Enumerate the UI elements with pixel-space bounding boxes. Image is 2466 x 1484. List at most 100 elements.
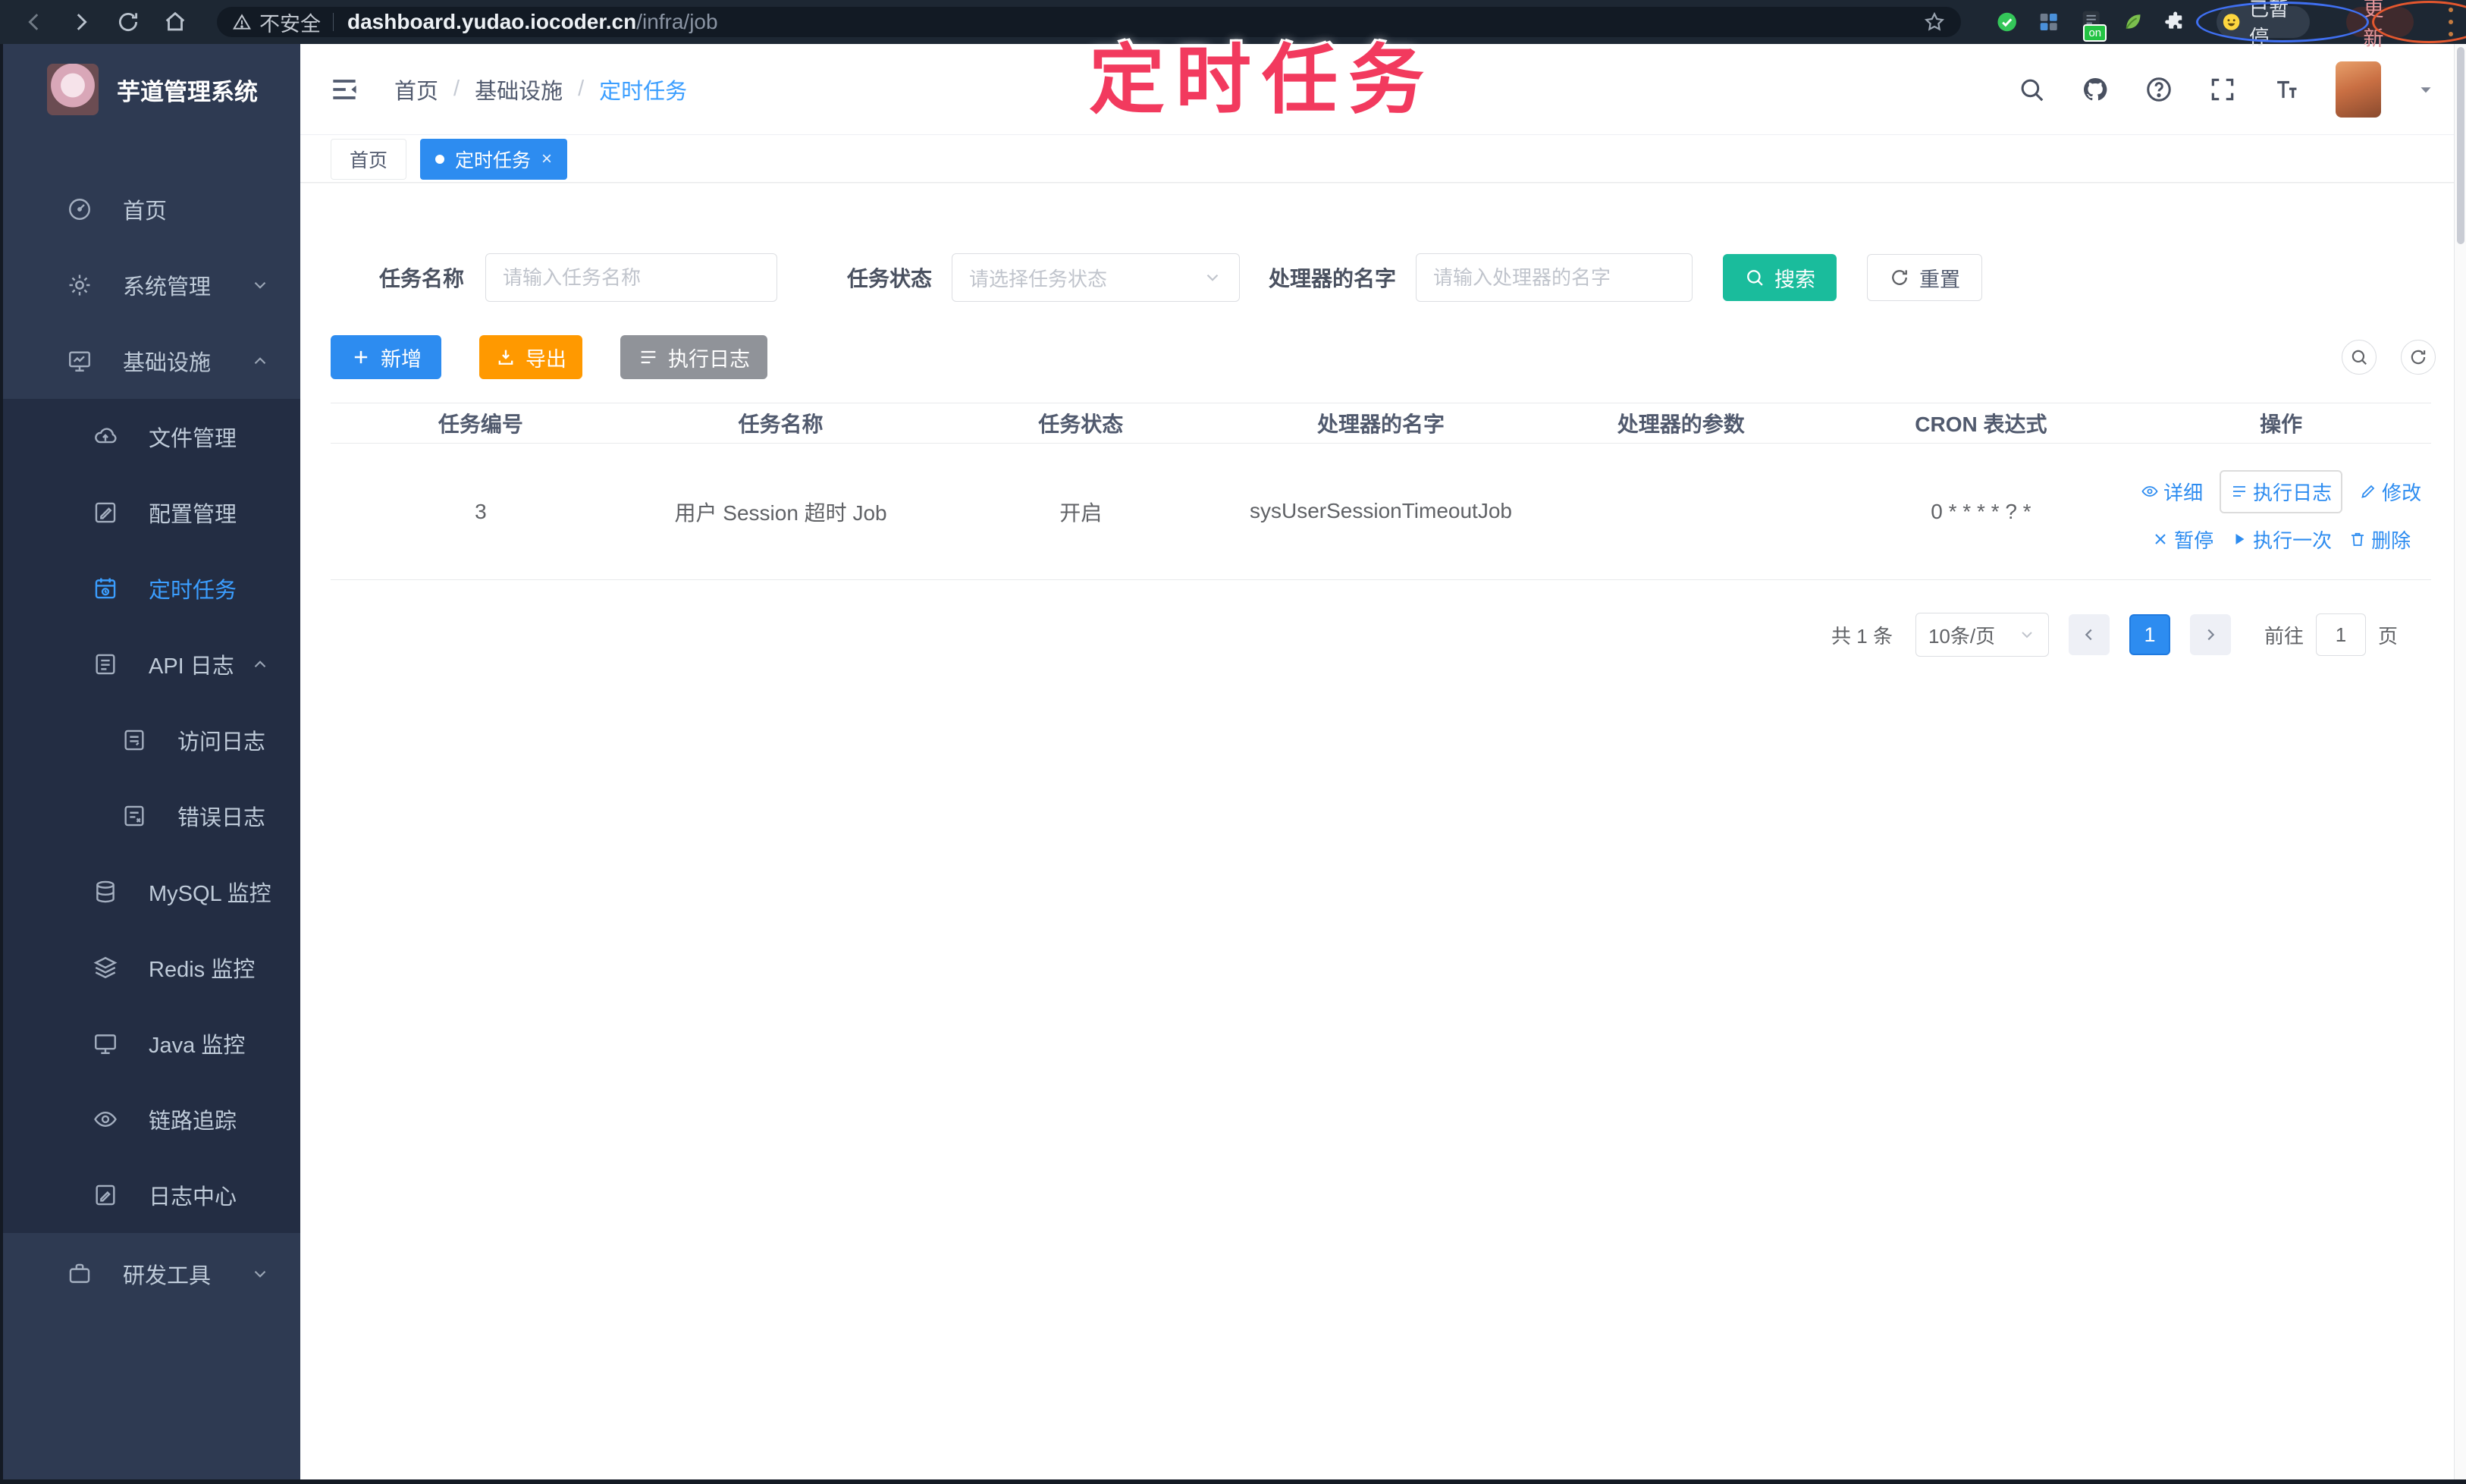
breadcrumb-home[interactable]: 首页 (394, 74, 438, 105)
scrollbar[interactable] (2454, 44, 2466, 1484)
sidebar-item-config-manage[interactable]: 配置管理 (0, 475, 300, 551)
close-tab-icon[interactable]: × (541, 149, 552, 168)
switch-on-extension-icon[interactable]: on (2080, 8, 2107, 42)
job-name-input[interactable] (503, 265, 761, 290)
menu-fold-icon[interactable] (328, 73, 361, 106)
home-icon[interactable] (162, 9, 188, 35)
tab-job[interactable]: 定时任务 × (420, 138, 568, 180)
list-icon (2233, 486, 2246, 497)
cell-id: 3 (475, 499, 487, 523)
bookmark-star-icon[interactable] (1923, 11, 1946, 33)
sidebar-item-api-log[interactable]: API 日志 (0, 626, 300, 702)
page-number-1[interactable]: 1 (2129, 614, 2170, 655)
sidebar-item-mysql[interactable]: MySQL 监控 (0, 854, 300, 930)
font-size-icon[interactable] (2272, 75, 2301, 104)
sidebar-item-java[interactable]: Java 监控 (0, 1006, 300, 1081)
job-name-field[interactable] (485, 253, 778, 302)
add-button[interactable]: 新增 (331, 335, 441, 379)
table-header: 任务编号 任务名称 任务状态 处理器的名字 处理器的参数 CRON 表达式 操作 (331, 403, 2431, 444)
breadcrumb: 首页 / 基础设施 / 定时任务 (394, 74, 687, 105)
scrollbar-thumb[interactable] (2457, 47, 2464, 244)
sidebar-item-file-manage[interactable]: 文件管理 (0, 399, 300, 475)
sidebar-item-access-log[interactable]: 访问日志 (0, 702, 300, 778)
page-size-select[interactable]: 10条/页 (1915, 613, 2049, 657)
detail-link[interactable]: 详细 (2141, 478, 2203, 506)
col-params: 处理器的参数 (1617, 413, 1745, 436)
security-label[interactable]: 不安全 (259, 8, 321, 37)
cell-handler: sysUserSessionTimeoutJob (1249, 499, 1512, 523)
next-page-button[interactable] (2189, 614, 2231, 655)
run-once-link[interactable]: 执行一次 (2230, 526, 2332, 554)
col-handler: 处理器的名字 (1316, 413, 1445, 436)
fullscreen-icon[interactable] (2208, 75, 2237, 104)
sidebar-item-system[interactable]: 系统管理 (0, 247, 300, 323)
dashboard-icon (69, 199, 90, 220)
sidebar-item-job[interactable]: 定时任务 (0, 551, 300, 626)
log-center-icon (96, 1184, 115, 1206)
job-status-select[interactable]: 请选择任务状态 (952, 253, 1241, 302)
breadcrumb-infra[interactable]: 基础设施 (475, 74, 563, 105)
breadcrumb-current: 定时任务 (599, 79, 688, 104)
help-icon[interactable] (2144, 75, 2173, 104)
sidebar: 芋道管理系统 首页 系统管理 基础设施 文件管理 配置管理 定时任务 API 日… (0, 44, 300, 1484)
refresh-table-button[interactable] (2401, 340, 2436, 375)
sidebar-menu: 首页 系统管理 基础设施 文件管理 配置管理 定时任务 API 日志 访问日志 … (0, 171, 300, 1312)
profile-chip[interactable]: 已暂停 (2216, 0, 2311, 49)
prev-page-button[interactable] (2068, 614, 2110, 655)
on-badge: on (2083, 24, 2107, 42)
show-search-button[interactable] (2342, 340, 2377, 375)
table-toolbar: 新增 导出 执行日志 (331, 335, 2436, 379)
annotation-title: 定时任务 (1089, 38, 1435, 123)
sidebar-item-error-log[interactable]: 错误日志 (0, 778, 300, 854)
window-edge-bottom (0, 1479, 2466, 1484)
handler-name-input[interactable] (1433, 265, 1676, 290)
forward-icon[interactable] (68, 9, 94, 35)
profile-avatar-emoji (2223, 14, 2240, 30)
sidebar-item-redis[interactable]: Redis 监控 (0, 930, 300, 1006)
filter-form: 任务名称 任务状态 请选择任务状态 处理器的名字 搜索 (379, 253, 1983, 302)
chevron-down-icon (2022, 632, 2032, 638)
export-button[interactable]: 导出 (479, 335, 582, 379)
edit-link[interactable]: 修改 (2359, 478, 2421, 506)
app-logo[interactable]: 芋道管理系统 (0, 44, 300, 135)
extensions-row: on 已暂停 更新 (1996, 0, 2466, 50)
url-host[interactable]: dashboard.yudao.iocoder.cn (347, 10, 636, 34)
grid-extension-icon[interactable] (2038, 8, 2060, 36)
monitor-icon (95, 1034, 116, 1054)
page-content: 任务名称 任务状态 请选择任务状态 处理器的名字 搜索 (300, 184, 2466, 1484)
reload-icon[interactable] (115, 9, 141, 35)
error-log-icon (124, 805, 144, 827)
adblock-extension-icon[interactable] (1996, 8, 2018, 36)
url-path[interactable]: /infra/job (636, 10, 717, 34)
exec-log-button[interactable]: 执行日志 (620, 335, 767, 379)
col-cron: CRON 表达式 (1915, 413, 2047, 436)
delete-link[interactable]: 删除 (2348, 526, 2411, 554)
github-icon[interactable] (2081, 75, 2110, 104)
puzzle-extensions-icon[interactable] (2164, 8, 2186, 36)
trash-icon (2351, 532, 2364, 546)
eye-icon (2141, 486, 2158, 497)
tab-home[interactable]: 首页 (331, 138, 407, 180)
chevron-down-icon (1206, 274, 1219, 281)
exec-log-link[interactable]: 执行日志 (2220, 469, 2343, 513)
caret-down-icon[interactable] (2416, 80, 2436, 99)
user-avatar[interactable] (2336, 61, 2381, 118)
pause-link[interactable]: 暂停 (2151, 526, 2213, 554)
leaf-extension-icon[interactable] (2122, 8, 2144, 36)
search-button[interactable]: 搜索 (1723, 254, 1837, 301)
pagination: 共 1 条 10条/页 1 前往 页 (1831, 613, 2398, 657)
sidebar-item-trace[interactable]: 链路追踪 (0, 1081, 300, 1157)
back-icon[interactable] (21, 9, 47, 35)
browser-update-button[interactable]: 更新 (2346, 0, 2414, 50)
sidebar-item-log-center[interactable]: 日志中心 (0, 1157, 300, 1233)
handler-name-field[interactable] (1416, 253, 1693, 302)
sidebar-item-devtools[interactable]: 研发工具 (0, 1236, 300, 1312)
goto-page-input[interactable] (2315, 613, 2366, 656)
search-icon[interactable] (2017, 75, 2046, 104)
reset-button[interactable]: 重置 (1867, 254, 1983, 301)
chevron-down-icon (254, 1270, 266, 1278)
sidebar-item-infra[interactable]: 基础设施 (0, 323, 300, 399)
sidebar-item-home[interactable]: 首页 (0, 171, 300, 247)
browser-menu-icon[interactable] (2447, 8, 2455, 36)
chevron-right-icon (2207, 629, 2215, 641)
